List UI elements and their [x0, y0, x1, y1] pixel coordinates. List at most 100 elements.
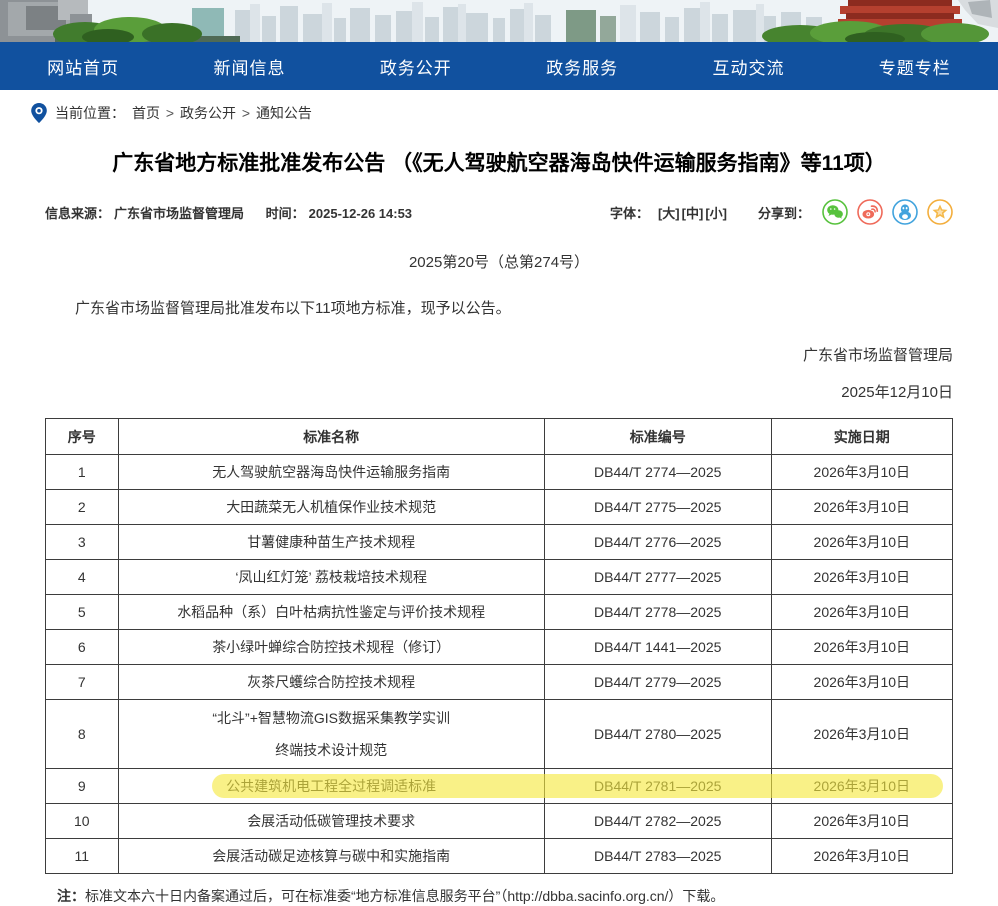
table-row: 2大田蔬菜无人机植保作业技术规范DB44/T 2775—20252026年3月1… [46, 490, 953, 525]
table-row: 3甘薯健康种苗生产技术规程DB44/T 2776—20252026年3月10日 [46, 525, 953, 560]
font-size-button-small[interactable]: [小] [705, 206, 727, 221]
cell-date: 2026年3月10日 [771, 595, 952, 630]
weibo-share-icon[interactable] [857, 199, 883, 225]
nav-item-3[interactable]: 政务公开 [333, 42, 499, 90]
cell-no: 6 [46, 630, 119, 665]
cell-no: 10 [46, 804, 119, 839]
cell-code: DB44/T 2780—2025 [544, 700, 771, 769]
cell-date: 2026年3月10日 [771, 769, 952, 804]
cell-date: 2026年3月10日 [771, 455, 952, 490]
cell-code: DB44/T 2774—2025 [544, 455, 771, 490]
cell-date: 2026年3月10日 [771, 804, 952, 839]
nav-item-6[interactable]: 专题专栏 [832, 42, 998, 90]
breadcrumb-label: 当前位置： [55, 103, 125, 123]
breadcrumb-link-3[interactable]: 通知公告 [256, 105, 312, 121]
qzone-share-icon[interactable] [927, 199, 953, 225]
share-icons [822, 199, 953, 225]
font-size-label: 字体： [610, 203, 649, 222]
table-row: 10会展活动低碳管理技术要求DB44/T 2782—20252026年3月10日 [46, 804, 953, 839]
footnote-label: 注： [57, 888, 85, 904]
cell-no: 8 [46, 700, 119, 769]
cell-code: DB44/T 2778—2025 [544, 595, 771, 630]
cell-name: “北斗”+智慧物流GIS数据采集教学实训 终端技术设计规范 [118, 700, 544, 769]
source-label: 信息来源： [45, 206, 110, 221]
footnote: 注：标准文本六十日内备案通过后，可在标准委“地方标准信息服务平台”（http:/… [45, 886, 953, 906]
table-row: 8“北斗”+智慧物流GIS数据采集教学实训 终端技术设计规范DB44/T 278… [46, 700, 953, 769]
cell-name: 水稻品种（系）白叶枯病抗性鉴定与评价技术规程 [118, 595, 544, 630]
body-paragraph: 广东省市场监督管理局批准发布以下11项地方标准，现予以公告。 [45, 298, 953, 320]
breadcrumb-links: 首页 > 政务公开 > 通知公告 [132, 103, 312, 123]
table-row: 1无人驾驶航空器海岛快件运输服务指南DB44/T 2774—20252026年3… [46, 455, 953, 490]
breadcrumb-link-2[interactable]: 政务公开 [180, 105, 236, 121]
cell-name: 会展活动碳足迹核算与碳中和实施指南 [118, 839, 544, 874]
cell-name: 灰茶尺蠖综合防控技术规程 [118, 665, 544, 700]
article: 广东省地方标准批准发布公告 （《无人驾驶航空器海岛快件运输服务指南》等11项） … [0, 149, 998, 906]
cell-date: 2026年3月10日 [771, 839, 952, 874]
table-header-2: 标准编号 [544, 419, 771, 455]
cell-code: DB44/T 2783—2025 [544, 839, 771, 874]
footnote-text: 标准文本六十日内备案通过后，可在标准委“地方标准信息服务平台”（http://d… [85, 888, 724, 904]
cell-no: 1 [46, 455, 119, 490]
cell-code: DB44/T 2781—2025 [544, 769, 771, 804]
doc-number: 2025第20号（总第274号） [45, 251, 953, 272]
source-value: 广东省市场监督管理局 [114, 206, 244, 221]
table-header-row: 序号标准名称标准编号实施日期 [46, 419, 953, 455]
font-size-button-large[interactable]: [大] [658, 206, 680, 221]
qq-share-icon[interactable] [892, 199, 918, 225]
table-header-0: 序号 [46, 419, 119, 455]
cell-date: 2026年3月10日 [771, 560, 952, 595]
cell-date: 2026年3月10日 [771, 630, 952, 665]
table-header-3: 实施日期 [771, 419, 952, 455]
nav-item-1[interactable]: 网站首页 [0, 42, 166, 90]
cell-no: 7 [46, 665, 119, 700]
signature-date: 2025年12月10日 [45, 381, 953, 402]
cell-date: 2026年3月10日 [771, 490, 952, 525]
table-row: 7灰茶尺蠖综合防控技术规程DB44/T 2779—20252026年3月10日 [46, 665, 953, 700]
time-value: 2025-12-26 14:53 [309, 206, 412, 221]
table-row: 4‘凤山红灯笼’ 荔枝栽培技术规程DB44/T 2777—20252026年3月… [46, 560, 953, 595]
cell-no: 4 [46, 560, 119, 595]
standards-table-wrap: 序号标准名称标准编号实施日期 1无人驾驶航空器海岛快件运输服务指南DB44/T … [45, 418, 953, 874]
time-label: 时间： [266, 206, 305, 221]
breadcrumb: 当前位置： 首页 > 政务公开 > 通知公告 [0, 90, 998, 133]
cell-name: ‘凤山红灯笼’ 荔枝栽培技术规程 [118, 560, 544, 595]
nav-item-2[interactable]: 新闻信息 [166, 42, 332, 90]
font-size-button-medium[interactable]: [中] [682, 206, 704, 221]
table-row: 9公共建筑机电工程全过程调适标准DB44/T 2781—20252026年3月1… [46, 769, 953, 804]
cell-date: 2026年3月10日 [771, 700, 952, 769]
cell-name: 大田蔬菜无人机植保作业技术规范 [118, 490, 544, 525]
cell-name: 会展活动低碳管理技术要求 [118, 804, 544, 839]
header-banner-image [0, 0, 998, 42]
font-size-controls: [大][中][小] [657, 203, 728, 222]
nav-item-4[interactable]: 政务服务 [499, 42, 665, 90]
meta-row: 信息来源： 广东省市场监督管理局 时间： 2025-12-26 14:53 字体： … [45, 199, 953, 225]
cell-no: 11 [46, 839, 119, 874]
share-label: 分享到： [758, 203, 810, 222]
cell-name: 无人驾驶航空器海岛快件运输服务指南 [118, 455, 544, 490]
cell-code: DB44/T 2776—2025 [544, 525, 771, 560]
cell-no: 3 [46, 525, 119, 560]
breadcrumb-link-1[interactable]: 首页 [132, 105, 160, 121]
meta-source: 信息来源： 广东省市场监督管理局 时间： 2025-12-26 14:53 [45, 203, 416, 222]
cell-no: 9 [46, 769, 119, 804]
table-header-1: 标准名称 [118, 419, 544, 455]
wechat-share-icon[interactable] [822, 199, 848, 225]
cell-code: DB44/T 2782—2025 [544, 804, 771, 839]
table-row: 11会展活动碳足迹核算与碳中和实施指南DB44/T 2783—20252026年… [46, 839, 953, 874]
breadcrumb-separator: > [238, 105, 254, 121]
location-pin-icon [30, 103, 48, 123]
cell-name: 公共建筑机电工程全过程调适标准 [118, 769, 544, 804]
meta-tools: 字体： [大][中][小] 分享到： [610, 199, 953, 225]
standards-table: 序号标准名称标准编号实施日期 1无人驾驶航空器海岛快件运输服务指南DB44/T … [45, 418, 953, 874]
nav-item-5[interactable]: 互动交流 [665, 42, 831, 90]
cell-code: DB44/T 2775—2025 [544, 490, 771, 525]
signature-agency: 广东省市场监督管理局 [45, 344, 953, 365]
breadcrumb-separator: > [162, 105, 178, 121]
cell-name: 茶小绿叶蝉综合防控技术规程（修订） [118, 630, 544, 665]
main-navbar: 网站首页新闻信息政务公开政务服务互动交流专题专栏 [0, 42, 998, 90]
page-title: 广东省地方标准批准发布公告 （《无人驾驶航空器海岛快件运输服务指南》等11项） [45, 149, 953, 179]
table-row: 5水稻品种（系）白叶枯病抗性鉴定与评价技术规程DB44/T 2778—20252… [46, 595, 953, 630]
cell-no: 5 [46, 595, 119, 630]
cell-no: 2 [46, 490, 119, 525]
cell-code: DB44/T 2779—2025 [544, 665, 771, 700]
